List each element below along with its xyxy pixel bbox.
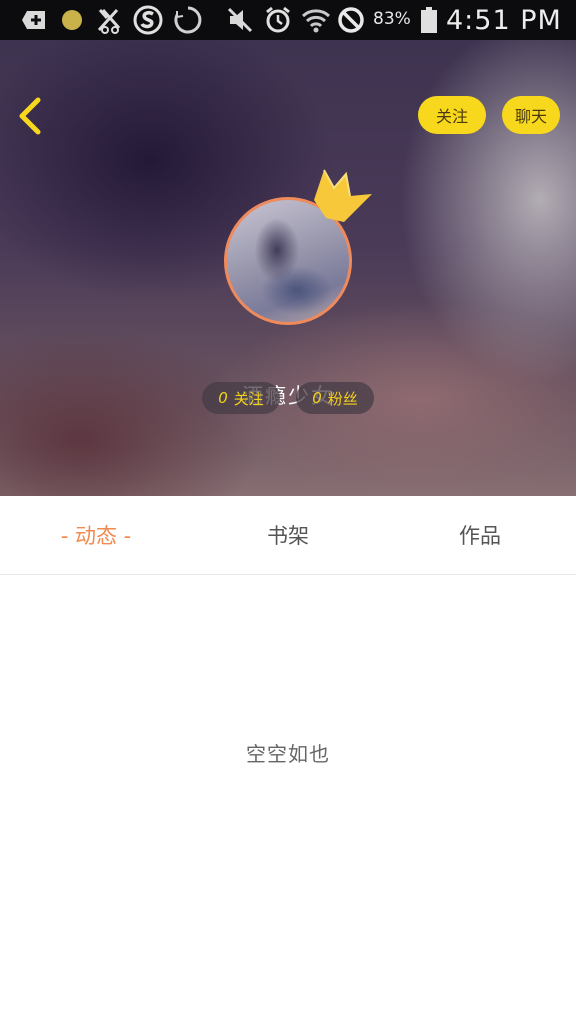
sogou-icon [132,0,164,40]
wifi-icon [300,0,332,40]
back-button[interactable] [12,94,48,138]
sync-icon [172,0,204,40]
username: 酒瘾少女 [242,384,334,408]
following-label: 关注 [233,389,264,408]
mute-icon [224,0,256,40]
status-bar: 83% 4:51 PM [0,0,576,40]
follow-button[interactable]: 关注 [418,96,486,134]
crown-icon [314,169,372,222]
battery-percent: 83% [373,9,411,29]
cutlery-icon [94,0,124,40]
following-count-chip[interactable]: 0 关注 [202,382,280,414]
chevron-left-icon [19,97,41,135]
profile-screen: 83% 4:51 PM 关注 聊天 酒瘾少女 0 关注 0 粉丝 - 动态 - … [0,0,576,1024]
profile-tabs: - 动态 - 书架 作品 [0,496,576,575]
following-count: 0 [218,389,228,407]
notification-dot-icon [60,0,84,40]
empty-state-text: 空空如也 [246,742,330,766]
clock: 4:51 PM [446,5,562,36]
fans-count-chip[interactable]: 0 粉丝 [296,382,374,414]
alarm-icon [262,0,294,40]
tab-dynamics[interactable]: - 动态 - [0,496,192,574]
fans-label: 粉丝 [327,389,358,408]
tab-works[interactable]: 作品 [384,496,576,574]
battery-icon [418,0,440,40]
add-box-icon [20,0,48,40]
no-sim-icon [336,0,366,40]
chat-button[interactable]: 聊天 [502,96,560,134]
tab-bookshelf[interactable]: 书架 [192,496,384,574]
profile-header: 关注 聊天 酒瘾少女 0 关注 0 粉丝 [0,40,576,496]
fans-count: 0 [312,389,322,407]
